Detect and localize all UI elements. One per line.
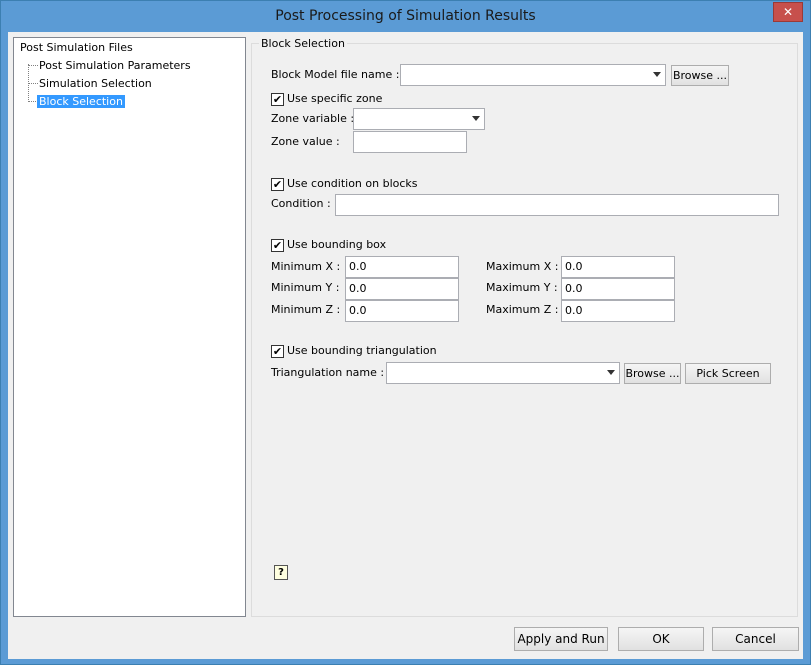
tree-root-item[interactable]: Post Simulation Files	[20, 41, 133, 54]
ok-button[interactable]: OK	[618, 627, 704, 651]
use-specific-zone-checkbox[interactable]: ✔	[271, 93, 284, 106]
chevron-down-icon	[472, 116, 480, 121]
minimum-y-input[interactable]: 0.0	[345, 278, 459, 300]
close-icon: ✕	[782, 5, 794, 19]
tree-item-post-simulation-parameters[interactable]: Post Simulation Parameters	[39, 59, 191, 72]
chevron-down-icon	[607, 370, 615, 375]
minimum-x-label: Minimum X :	[271, 260, 341, 273]
dialog-window: Post Processing of Simulation Results ✕ …	[0, 0, 811, 665]
maximum-y-input[interactable]: 0.0	[561, 278, 675, 300]
zone-value-label: Zone value :	[271, 135, 340, 148]
close-button[interactable]: ✕	[773, 2, 803, 22]
condition-input[interactable]	[335, 194, 779, 216]
apply-and-run-button[interactable]: Apply and Run	[514, 627, 608, 651]
triangulation-name-combo[interactable]	[386, 362, 620, 384]
block-model-browse-button[interactable]: Browse ...	[671, 65, 729, 86]
block-model-combo[interactable]	[400, 64, 666, 86]
pick-screen-button[interactable]: Pick Screen	[685, 363, 771, 384]
cancel-button[interactable]: Cancel	[712, 627, 799, 651]
zone-variable-combo[interactable]	[353, 108, 485, 130]
condition-label: Condition :	[271, 197, 331, 210]
triangulation-name-label: Triangulation name :	[271, 366, 385, 379]
use-specific-zone-label: Use specific zone	[287, 92, 383, 105]
use-condition-label: Use condition on blocks	[287, 177, 418, 190]
block-model-label: Block Model file name :	[271, 68, 400, 81]
maximum-y-label: Maximum Y :	[486, 281, 558, 294]
window-title: Post Processing of Simulation Results	[275, 8, 536, 24]
maximum-x-label: Maximum X :	[486, 260, 559, 273]
minimum-y-label: Minimum Y :	[271, 281, 340, 294]
dialog-client-area: Post Simulation Files Post Simulation Pa…	[8, 32, 803, 659]
minimum-z-label: Minimum Z :	[271, 303, 341, 316]
triangulation-browse-button[interactable]: Browse ...	[624, 363, 681, 384]
minimum-z-input[interactable]: 0.0	[345, 300, 459, 322]
title-bar: Post Processing of Simulation Results ✕	[1, 1, 810, 32]
navigation-tree: Post Simulation Files Post Simulation Pa…	[13, 37, 246, 617]
zone-variable-label: Zone variable :	[271, 112, 355, 125]
zone-value-input[interactable]	[353, 131, 467, 153]
use-bounding-box-label: Use bounding box	[287, 238, 387, 251]
use-bounding-box-checkbox[interactable]: ✔	[271, 239, 284, 252]
help-icon[interactable]: ?	[274, 565, 288, 580]
use-bounding-triangulation-checkbox[interactable]: ✔	[271, 345, 284, 358]
maximum-x-input[interactable]: 0.0	[561, 256, 675, 278]
block-selection-group	[251, 43, 798, 617]
maximum-z-input[interactable]: 0.0	[561, 300, 675, 322]
tree-connector	[28, 65, 38, 66]
tree-item-simulation-selection[interactable]: Simulation Selection	[39, 77, 152, 90]
use-bounding-triangulation-label: Use bounding triangulation	[287, 344, 437, 357]
chevron-down-icon	[653, 72, 661, 77]
tree-item-block-selection[interactable]: Block Selection	[37, 95, 125, 108]
group-title: Block Selection	[259, 37, 347, 50]
minimum-x-input[interactable]: 0.0	[345, 256, 459, 278]
tree-connector	[28, 83, 38, 84]
use-condition-checkbox[interactable]: ✔	[271, 178, 284, 191]
maximum-z-label: Maximum Z :	[486, 303, 559, 316]
